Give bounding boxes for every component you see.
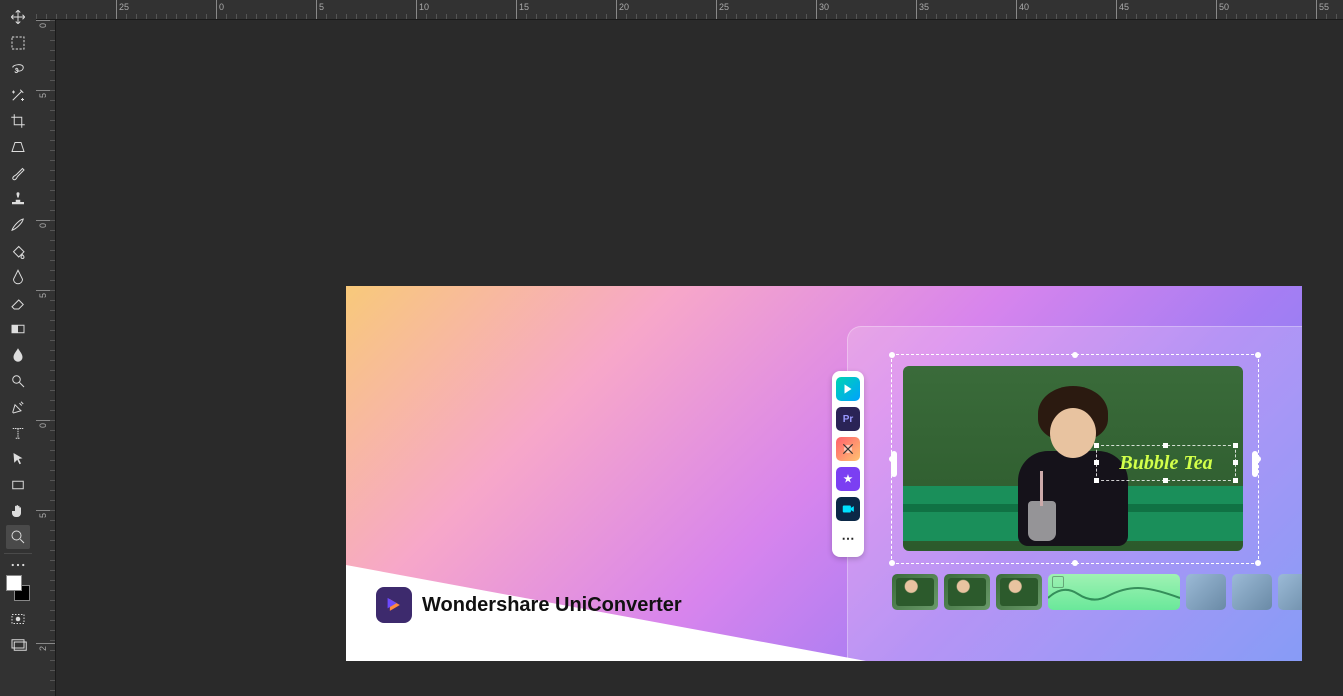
timeline-clip[interactable]	[892, 574, 938, 610]
more-dots[interactable]	[6, 558, 30, 572]
artwork-layer[interactable]: Wondershare UniConverter Pr ★ ⋯	[346, 286, 1302, 661]
timeline-audio-clip[interactable]	[1048, 574, 1180, 610]
app-icon-more[interactable]: ⋯	[836, 527, 860, 551]
toolbox-separator	[4, 553, 32, 554]
timeline-clip[interactable]	[1278, 574, 1302, 610]
brand-logo-icon	[376, 587, 412, 623]
app-icon-finalcut[interactable]	[836, 437, 860, 461]
pen-tool[interactable]	[6, 395, 30, 419]
eraser-tool[interactable]	[6, 291, 30, 315]
fill-tool[interactable]	[6, 239, 30, 263]
screen-mode-toggle[interactable]	[6, 633, 30, 657]
gradient-tool[interactable]	[6, 317, 30, 341]
app-icon-wfilm[interactable]	[836, 497, 860, 521]
brush-tool[interactable]	[6, 161, 30, 185]
foreground-background-swatch[interactable]	[4, 575, 32, 603]
timeline-clip[interactable]	[944, 574, 990, 610]
zoom-tool[interactable]	[6, 525, 30, 549]
stamp-tool[interactable]	[6, 187, 30, 211]
quickmask-toggle[interactable]	[6, 607, 30, 631]
brand-lockup: Wondershare UniConverter	[376, 587, 682, 623]
crop-tool[interactable]	[6, 109, 30, 133]
ruler-vertical[interactable]: 0505052	[36, 20, 56, 696]
app-icon-strip: Pr ★ ⋯	[832, 371, 864, 557]
sharpen-tool[interactable]	[6, 265, 30, 289]
wand-tool[interactable]	[6, 83, 30, 107]
trim-handle-right[interactable]	[1252, 451, 1258, 477]
toolbox	[0, 0, 36, 696]
timeline-clip[interactable]	[1232, 574, 1272, 610]
pointer-tool[interactable]	[6, 447, 30, 471]
app-icon-premiere[interactable]: Pr	[836, 407, 860, 431]
app-icon-imovie[interactable]: ★	[836, 467, 860, 491]
brand-text: Wondershare UniConverter	[422, 594, 682, 617]
text-tool[interactable]	[6, 421, 30, 445]
move-tool[interactable]	[6, 5, 30, 29]
paint-tool[interactable]	[6, 213, 30, 237]
blur-tool[interactable]	[6, 343, 30, 367]
timeline-clip[interactable]	[1186, 574, 1226, 610]
rect-select-tool[interactable]	[6, 31, 30, 55]
shape-tool[interactable]	[6, 473, 30, 497]
text-overlay-box[interactable]: Bubble Tea	[1096, 445, 1236, 481]
timeline-strip[interactable]	[892, 574, 1302, 610]
hand-tool[interactable]	[6, 499, 30, 523]
trim-handle-left[interactable]	[891, 451, 897, 477]
overlay-text: Bubble Tea	[1119, 452, 1212, 475]
timeline-clip[interactable]	[996, 574, 1042, 610]
ruler-horizontal[interactable]: 202505101520253035404550556065	[36, 0, 1343, 20]
app-icon-filmora[interactable]	[836, 377, 860, 401]
perspective-tool[interactable]	[6, 135, 30, 159]
lasso-tool[interactable]	[6, 57, 30, 81]
canvas-area[interactable]: Wondershare UniConverter Pr ★ ⋯	[56, 20, 1343, 696]
dodge-tool[interactable]	[6, 369, 30, 393]
